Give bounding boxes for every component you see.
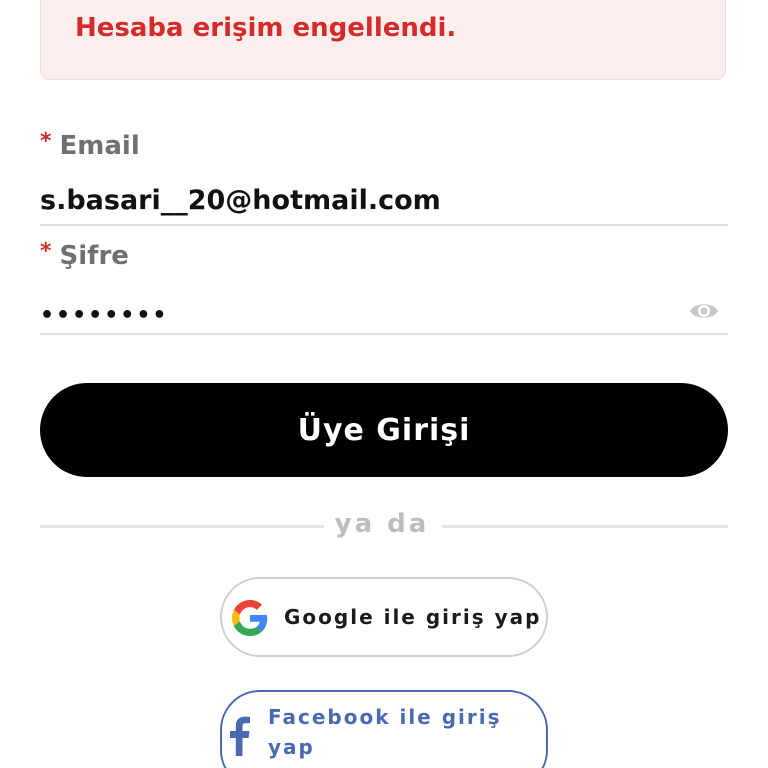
divider-line-right bbox=[442, 525, 728, 528]
required-marker: * bbox=[40, 129, 52, 154]
divider-line-left bbox=[40, 525, 324, 528]
login-page: Hesaba erişim engellendi. * Email s.basar… bbox=[0, 0, 768, 768]
password-value: •••••••• bbox=[40, 303, 169, 328]
required-marker: * bbox=[40, 239, 52, 264]
error-alert-message: Hesaba erişim engellendi. bbox=[75, 13, 457, 43]
facebook-login-label: Facebook ile giriş yap bbox=[268, 705, 502, 759]
password-label-text: Şifre bbox=[59, 241, 129, 271]
email-value: s.basari__20@hotmail.com bbox=[40, 185, 441, 216]
facebook-logo-icon bbox=[230, 716, 250, 756]
google-login-label: Google ile giriş yap bbox=[284, 605, 542, 629]
google-logo-icon bbox=[232, 600, 268, 636]
google-login-button[interactable]: Google ile giriş yap bbox=[220, 577, 548, 657]
email-label-text: Email bbox=[59, 131, 140, 161]
divider-text: ya da bbox=[334, 509, 430, 539]
login-button[interactable]: Üye Girişi bbox=[40, 383, 728, 477]
email-label: * Email bbox=[40, 129, 140, 161]
password-label: * Şifre bbox=[40, 239, 129, 271]
eye-icon[interactable] bbox=[688, 299, 720, 323]
email-field[interactable]: s.basari__20@hotmail.com bbox=[40, 185, 728, 226]
error-alert: Hesaba erişim engellendi. bbox=[40, 0, 726, 80]
password-field[interactable]: •••••••• bbox=[40, 297, 728, 335]
facebook-login-button[interactable]: Facebook ile giriş yap bbox=[220, 690, 548, 768]
